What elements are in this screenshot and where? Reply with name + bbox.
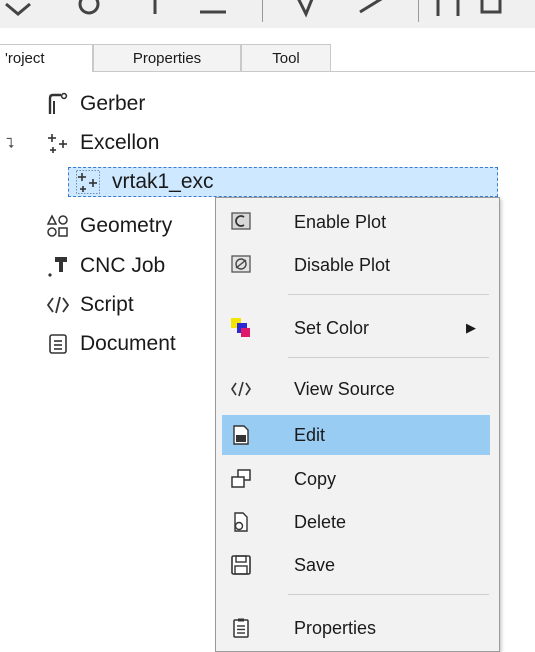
save-icon (231, 555, 251, 575)
menu-item-properties[interactable]: Properties (218, 608, 497, 648)
toolbar-circle-icon[interactable] (74, 0, 104, 22)
notebook-tabs: 'roject Properties Tool (0, 44, 535, 72)
edit-icon (233, 425, 249, 445)
menu-item-copy[interactable]: Copy (218, 459, 497, 499)
delete-icon (234, 512, 248, 532)
menu-item-set-color[interactable]: Set Color ▶ (218, 308, 497, 348)
toolbar-cursor-icon[interactable] (290, 0, 320, 22)
menu-item-edit[interactable]: Edit (222, 415, 490, 455)
menu-separator (288, 357, 489, 358)
menu-item-delete[interactable]: Delete (218, 502, 497, 542)
submenu-arrow-icon: ▶ (466, 320, 476, 335)
tree-item-gerber[interactable]: Gerber (0, 88, 200, 120)
toolbar-box-icon[interactable] (478, 0, 508, 22)
toolbar-rect-icon[interactable] (196, 0, 230, 22)
toolbar-measure-icon[interactable] (430, 0, 470, 22)
menu-item-disable-plot[interactable]: Disable Plot (218, 245, 497, 285)
toolbar-separator (418, 0, 419, 22)
tree-item-cnc-job[interactable]: CNC Job (0, 250, 200, 282)
excellon-icon (48, 134, 67, 153)
collapse-arrow-icon[interactable]: ⮧ (6, 127, 14, 159)
tab-properties[interactable]: Properties (93, 44, 241, 71)
excellon-object-icon (76, 170, 100, 194)
toolbar-separator (262, 0, 263, 22)
toolbar-draw-icon[interactable] (356, 0, 392, 22)
tree-item-document[interactable]: Document (0, 328, 200, 360)
set-color-icon (231, 318, 250, 337)
menu-separator (288, 294, 489, 295)
tree-item-excellon[interactable]: ⮧ Excellon (0, 127, 200, 159)
context-menu: Enable Plot Disable Plot Set Color ▶ Vie… (215, 197, 500, 652)
properties-icon (233, 618, 249, 638)
toolbar-tool-icon[interactable] (4, 0, 34, 22)
gerber-icon (48, 92, 68, 114)
view-source-icon (231, 381, 251, 397)
tab-project[interactable]: 'roject (0, 44, 93, 72)
geometry-icon (46, 214, 68, 237)
script-icon (46, 296, 70, 314)
tree-item-geometry[interactable]: Geometry (0, 210, 200, 242)
document-icon (49, 334, 67, 354)
toolbar-pin-icon[interactable] (140, 0, 170, 22)
copy-icon (231, 469, 251, 488)
tree-item-script[interactable]: Script (0, 289, 200, 321)
tab-tool[interactable]: Tool (241, 44, 331, 71)
menu-separator (288, 594, 489, 595)
tree-item-vrtak1-exc[interactable]: vrtak1_exc (0, 166, 260, 198)
toolbar (0, 0, 535, 28)
disable-plot-icon (231, 255, 251, 273)
menu-item-enable-plot[interactable]: Enable Plot (218, 202, 497, 242)
menu-item-save[interactable]: Save (218, 545, 497, 585)
menu-item-view-source[interactable]: View Source (218, 369, 497, 409)
cnc-job-icon (48, 257, 67, 277)
enable-plot-icon (231, 212, 251, 230)
